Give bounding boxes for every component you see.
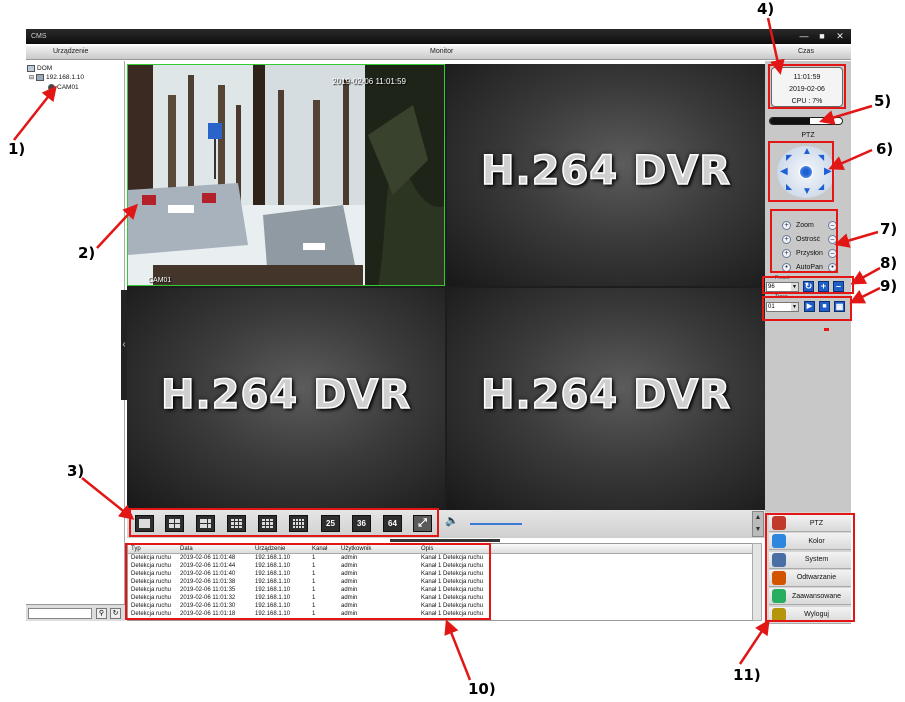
annotation-box-8	[762, 276, 854, 294]
annotation-box-9	[762, 296, 852, 321]
collapse-tree-handle[interactable]: ‹	[121, 290, 127, 400]
title-bar: CMS — ■ ✕	[26, 29, 851, 44]
annotation-box-6	[768, 141, 834, 202]
annotation-box-3	[129, 508, 439, 537]
annotation-label-8: 8)	[880, 254, 898, 272]
tree-device-label: 192.168.1.10	[46, 74, 84, 81]
splitter-handle[interactable]	[390, 539, 500, 542]
video-cell-camera[interactable]: 2019-02-06 11:01:59 CAM01	[127, 64, 445, 286]
tree-camera[interactable]: CAM01	[48, 84, 79, 91]
menu-monitor[interactable]: Monitor	[430, 48, 453, 55]
annotation-label-3: 3)	[67, 462, 85, 480]
camera-feed-image	[128, 65, 444, 285]
maximize-icon[interactable]: ■	[816, 29, 828, 44]
ptz-title: PTZ	[801, 132, 815, 139]
tree-root-label: DOM	[37, 65, 53, 72]
group-icon	[27, 65, 35, 72]
panel-scroll-arrows[interactable]: ▲ ▼	[752, 511, 764, 537]
annotation-label-2: 2)	[78, 244, 96, 262]
tree-root[interactable]: DOM	[27, 65, 52, 72]
annotation-box-7	[770, 209, 838, 273]
search-icon[interactable]: ⚲	[96, 608, 107, 619]
mute-speaker-icon[interactable]: 🔈	[445, 514, 461, 530]
collapse-icon[interactable]: ⊟	[29, 74, 34, 81]
annotation-label-6: 6)	[876, 140, 894, 158]
camera-timestamp: 2019-02-06 11:01:59	[332, 77, 406, 86]
camera-icon	[48, 84, 55, 91]
video-cell-empty[interactable]: H.264 DVR	[447, 64, 765, 286]
video-cell-empty[interactable]: H.264 DVR	[127, 288, 445, 510]
dvr-placeholder: H.264 DVR	[160, 371, 412, 419]
annotation-label-7: 7)	[880, 220, 898, 238]
screenshot-root: CMS — ■ ✕ Urządzenie Monitor Czas DOM ⊟ …	[0, 0, 905, 702]
annotation-label-1: 1)	[8, 140, 26, 158]
volume-slider[interactable]	[470, 523, 522, 525]
menu-device[interactable]: Urządzenie	[53, 48, 88, 55]
annotation-box-11	[765, 513, 855, 622]
menu-time[interactable]: Czas	[798, 48, 814, 55]
annotation-label-11: 11)	[733, 666, 761, 684]
tree-search-bar: ⚲ ↻	[26, 604, 125, 621]
annotation-label-5: 5)	[874, 92, 892, 110]
close-icon[interactable]: ✕	[834, 29, 846, 44]
speed-progress-bar[interactable]	[769, 117, 843, 125]
menu-bar: Urządzenie Monitor Czas	[26, 46, 851, 60]
annotation-box-10	[125, 543, 491, 620]
tree-search-input[interactable]	[28, 608, 92, 619]
dvr-placeholder: H.264 DVR	[480, 147, 732, 195]
tree-camera-label: CAM01	[57, 84, 79, 91]
video-grid: 2019-02-06 11:01:59 CAM01 H.264 DVR H.26…	[127, 64, 765, 510]
camera-name-overlay: CAM01	[148, 277, 172, 284]
record-indicator	[824, 328, 829, 331]
annotation-label-10: 10)	[468, 680, 496, 698]
annotation-label-9: 9)	[880, 277, 898, 295]
dvr-placeholder: H.264 DVR	[480, 371, 732, 419]
annotation-label-4: 4)	[757, 0, 775, 18]
device-tree: DOM ⊟ 192.168.1.10 CAM01	[26, 61, 125, 604]
refresh-icon[interactable]: ↻	[110, 608, 121, 619]
progress-fill	[770, 118, 810, 124]
video-cell-empty[interactable]: H.264 DVR	[447, 288, 765, 510]
dvr-device-icon	[36, 74, 45, 81]
annotation-box-4	[768, 64, 846, 109]
window-title: CMS	[31, 33, 47, 40]
tree-device[interactable]: ⊟ 192.168.1.10	[29, 74, 84, 81]
minimize-icon[interactable]: —	[798, 29, 810, 44]
log-scrollbar[interactable]	[752, 543, 762, 621]
